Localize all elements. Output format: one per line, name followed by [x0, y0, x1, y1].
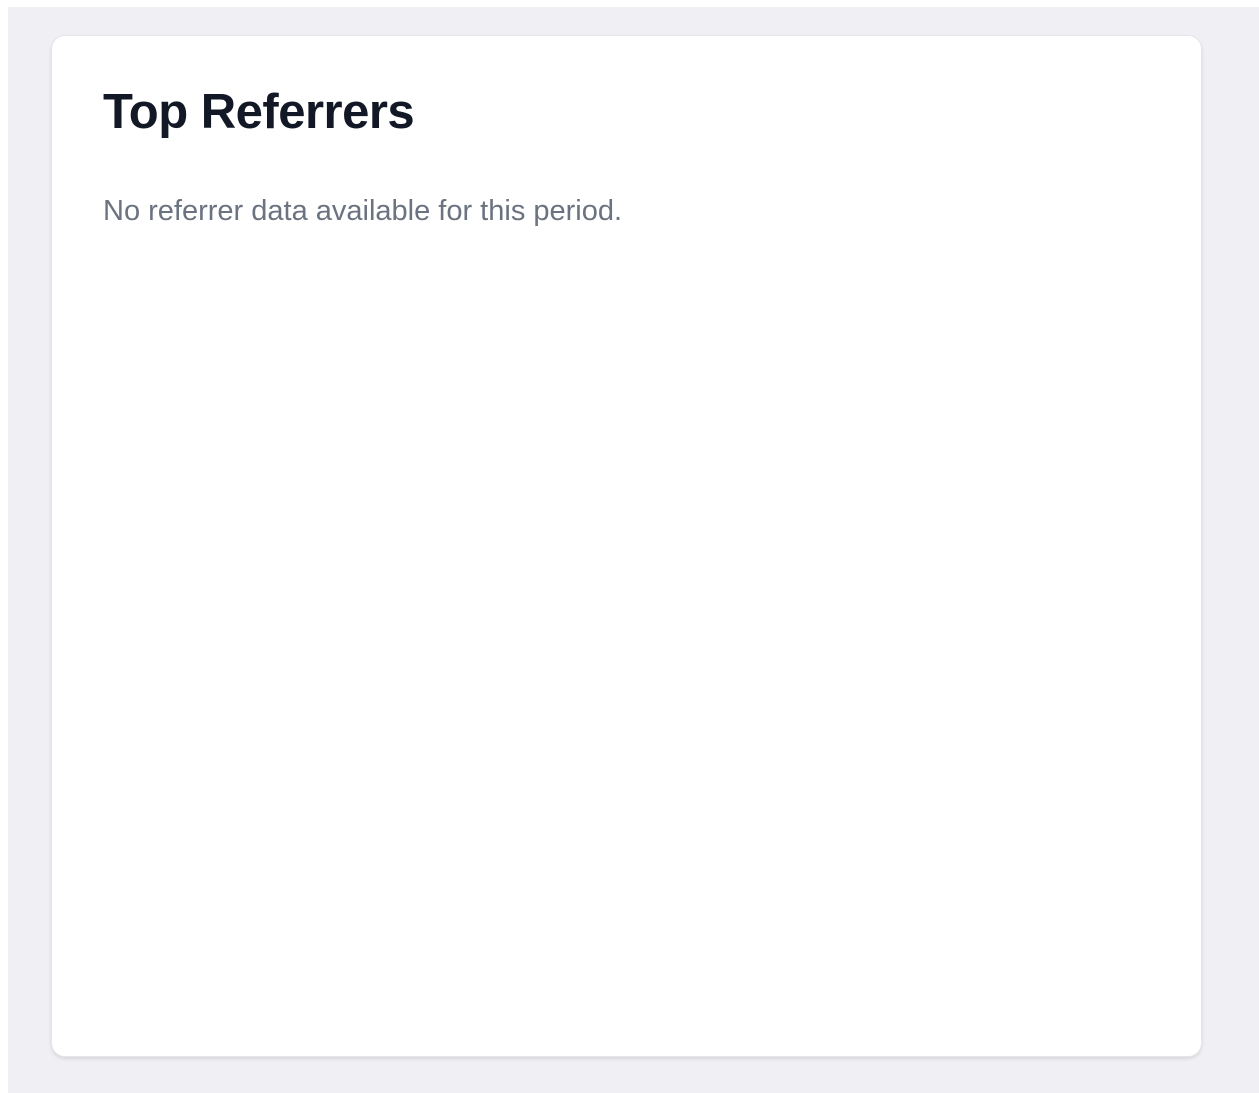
card-title: Top Referrers	[103, 85, 415, 139]
top-referrers-card: Top Referrers No referrer data available…	[51, 35, 1202, 1057]
empty-state-message: No referrer data available for this peri…	[103, 195, 623, 227]
page-background: Top Referrers No referrer data available…	[8, 7, 1259, 1093]
